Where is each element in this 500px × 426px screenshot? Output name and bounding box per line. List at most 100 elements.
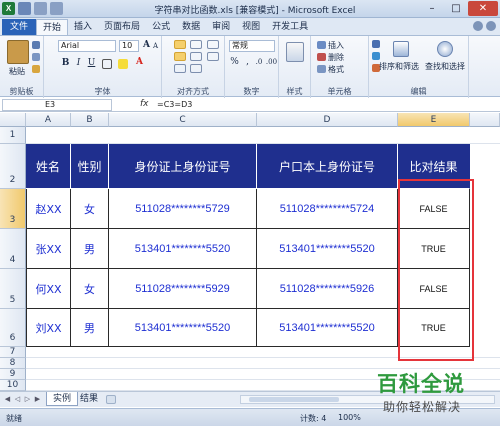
row-header-1[interactable]: 1 — [0, 127, 26, 144]
undo-icon[interactable] — [34, 2, 47, 15]
scrollbar-thumb[interactable] — [249, 397, 339, 402]
font-shrink-button[interactable]: A — [150, 41, 161, 52]
sort-filter-label[interactable]: 排序和筛选 — [379, 61, 419, 72]
row-header-5[interactable]: 5 — [0, 269, 26, 309]
row-header-7[interactable]: 7 — [0, 347, 26, 358]
indent-icon[interactable] — [190, 64, 202, 73]
styles-icon[interactable] — [286, 42, 304, 62]
column-header-d[interactable]: D — [257, 113, 398, 127]
format-painter-icon[interactable] — [32, 65, 40, 73]
decrease-decimal-button[interactable]: .00 — [265, 57, 278, 68]
redo-icon[interactable] — [50, 2, 63, 15]
tab-file[interactable]: 文件 — [2, 19, 37, 35]
insert-icon[interactable] — [317, 41, 326, 49]
table-cell-name[interactable]: 赵XX — [26, 189, 71, 229]
underline-button[interactable]: U — [86, 58, 97, 69]
sum-icon[interactable] — [372, 40, 380, 48]
comma-button[interactable]: , — [242, 57, 253, 68]
first-sheet-icon[interactable]: ◀ — [3, 395, 12, 404]
insert-function-icon[interactable]: fx — [140, 99, 149, 109]
tab-data[interactable]: 数据 — [176, 19, 206, 35]
row-header-8[interactable]: 8 — [0, 358, 26, 369]
column-header-f[interactable] — [470, 113, 500, 127]
minimize-icon[interactable]: – — [420, 1, 444, 16]
column-header-a[interactable]: A — [26, 113, 71, 127]
status-zoom[interactable]: 100% — [338, 413, 361, 422]
row-header-2[interactable]: 2 — [0, 144, 26, 189]
format-label[interactable]: 格式 — [328, 64, 344, 75]
column-header-e[interactable]: E — [398, 113, 470, 127]
currency-button[interactable]: % — [229, 57, 240, 68]
font-color-button[interactable]: A — [134, 57, 145, 68]
new-sheet-icon[interactable] — [106, 395, 116, 404]
merge-center-icon[interactable] — [207, 52, 219, 61]
table-cell-household[interactable]: 513401********5520 — [257, 229, 398, 269]
row-1-cells[interactable] — [26, 127, 500, 144]
tab-developer[interactable]: 开发工具 — [266, 19, 314, 35]
border-icon[interactable] — [102, 59, 112, 69]
select-all-corner[interactable] — [0, 113, 26, 127]
table-cell-gender[interactable]: 女 — [71, 189, 109, 229]
copy-icon[interactable] — [32, 53, 40, 61]
table-cell-id-card[interactable]: 513401********5520 — [109, 309, 257, 347]
increase-decimal-button[interactable]: .0 — [253, 57, 265, 68]
ribbon-minimize-icon[interactable] — [473, 21, 483, 31]
delete-label[interactable]: 删除 — [328, 52, 344, 63]
wrap-text-icon[interactable] — [207, 40, 219, 49]
last-sheet-icon[interactable]: ▶ — [33, 395, 42, 404]
tab-page-layout[interactable]: 页面布局 — [98, 19, 146, 35]
insert-label[interactable]: 插入 — [328, 40, 344, 51]
bold-button[interactable]: B — [60, 58, 71, 69]
table-cell-gender[interactable]: 男 — [71, 309, 109, 347]
worksheet-grid[interactable]: A B C D E 1 2 3 4 5 6 7 8 9 10 姓名 性别 身份证… — [0, 113, 500, 391]
font-name-select[interactable]: Arial — [58, 40, 116, 52]
italic-button[interactable]: I — [73, 58, 84, 69]
format-icon[interactable] — [317, 65, 326, 73]
align-middle-icon[interactable] — [190, 40, 202, 49]
sort-filter-icon[interactable] — [393, 41, 409, 57]
row-header-4[interactable]: 4 — [0, 229, 26, 269]
next-sheet-icon[interactable]: ▷ — [23, 395, 32, 404]
table-cell-gender[interactable]: 女 — [71, 269, 109, 309]
paste-icon[interactable] — [7, 40, 29, 64]
column-header-b[interactable]: B — [71, 113, 109, 127]
header-cell-name[interactable]: 姓名 — [26, 144, 71, 189]
paste-label[interactable]: 粘贴 — [9, 66, 25, 77]
align-right-icon[interactable] — [190, 52, 202, 61]
align-top-icon[interactable] — [174, 40, 186, 49]
table-cell-id-card[interactable]: 513401********5520 — [109, 229, 257, 269]
fill-icon[interactable] — [372, 52, 380, 60]
tab-formulas[interactable]: 公式 — [146, 19, 176, 35]
help-icon[interactable] — [486, 21, 496, 31]
find-select-icon[interactable] — [437, 41, 453, 57]
align-left-icon[interactable] — [174, 64, 186, 73]
row-header-9[interactable]: 9 — [0, 369, 26, 380]
table-cell-id-card[interactable]: 511028********5729 — [109, 189, 257, 229]
table-cell-gender[interactable]: 男 — [71, 229, 109, 269]
row-header-10[interactable]: 10 — [0, 380, 26, 391]
row-header-3[interactable]: 3 — [0, 189, 26, 229]
close-icon[interactable]: ✕ — [468, 1, 498, 16]
tab-review[interactable]: 审阅 — [206, 19, 236, 35]
name-box[interactable]: E3 — [2, 99, 112, 111]
row-header-6[interactable]: 6 — [0, 309, 26, 347]
header-cell-household[interactable]: 户口本上身份证号 — [257, 144, 398, 189]
table-cell-id-card[interactable]: 511028********5929 — [109, 269, 257, 309]
table-cell-name[interactable]: 何XX — [26, 269, 71, 309]
formula-input[interactable]: =C3=D3 — [157, 100, 192, 109]
prev-sheet-icon[interactable]: ◁ — [13, 395, 22, 404]
table-cell-household[interactable]: 511028********5926 — [257, 269, 398, 309]
cut-icon[interactable] — [32, 41, 40, 49]
table-cell-household[interactable]: 513401********5520 — [257, 309, 398, 347]
delete-icon[interactable] — [317, 53, 326, 61]
sheet-tab-result[interactable]: 结果 — [74, 392, 104, 406]
font-size-select[interactable]: 10 — [119, 40, 139, 52]
table-cell-name[interactable]: 刘XX — [26, 309, 71, 347]
find-select-label[interactable]: 查找和选择 — [425, 61, 465, 72]
number-format-select[interactable]: 常规 — [229, 40, 275, 52]
align-center-icon[interactable] — [174, 52, 186, 61]
header-cell-gender[interactable]: 性别 — [71, 144, 109, 189]
maximize-icon[interactable]: □ — [444, 1, 468, 16]
tab-view[interactable]: 视图 — [236, 19, 266, 35]
table-cell-name[interactable]: 张XX — [26, 229, 71, 269]
